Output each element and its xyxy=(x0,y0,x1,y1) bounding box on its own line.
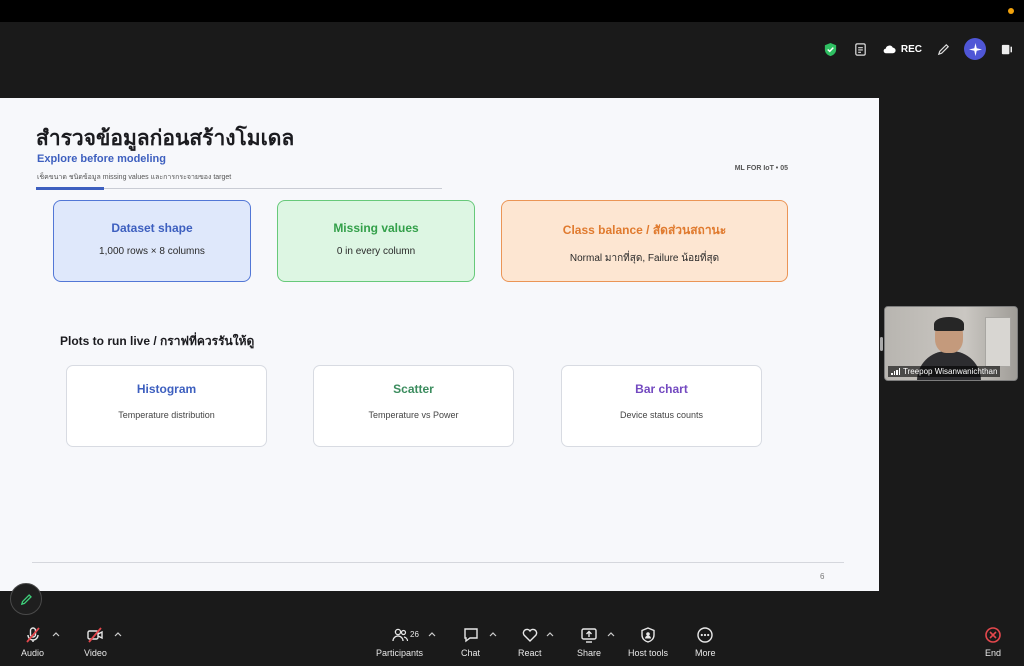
participants-label: Participants xyxy=(376,648,424,658)
more-button[interactable]: More xyxy=(695,626,716,658)
missing-values-card: Missing values 0 in every column xyxy=(277,200,475,282)
share-screen-icon xyxy=(581,628,597,643)
plot-desc: Device status counts xyxy=(619,410,704,420)
share-button[interactable]: Share xyxy=(577,626,601,658)
signal-strength-icon xyxy=(891,368,900,375)
mic-muted-icon xyxy=(25,627,40,643)
audio-button[interactable]: Audio xyxy=(21,626,44,658)
plot-title: Histogram xyxy=(136,382,197,396)
plot-desc: Temperature vs Power xyxy=(368,410,459,420)
end-close-icon xyxy=(985,627,1001,643)
rec-label: REC xyxy=(900,43,922,55)
plot-desc: Temperature distribution xyxy=(118,410,215,420)
annotate-button[interactable] xyxy=(10,583,42,615)
card-desc: 1,000 rows × 8 columns xyxy=(99,246,205,257)
react-chevron-up-icon[interactable] xyxy=(546,630,554,638)
dataset-shape-card: Dataset shape 1,000 rows × 8 columns xyxy=(53,200,251,282)
window-top-strip xyxy=(0,0,1024,22)
audio-chevron-up-icon[interactable] xyxy=(52,630,60,638)
heart-icon xyxy=(522,628,537,642)
host-tools-label: Host tools xyxy=(628,648,669,658)
scatter-card: Scatter Temperature vs Power xyxy=(313,365,514,447)
participants-chevron-up-icon[interactable] xyxy=(428,630,436,638)
end-meeting-button[interactable]: End xyxy=(984,626,1002,658)
plot-title: Scatter xyxy=(393,382,434,396)
chat-label: Chat xyxy=(461,648,481,658)
notes-icon[interactable] xyxy=(852,40,870,58)
participant-hair xyxy=(934,317,964,331)
chat-button[interactable]: Chat xyxy=(461,626,480,658)
recording-indicator[interactable]: REC xyxy=(882,42,922,57)
participants-icon xyxy=(391,628,408,642)
card-title: Class balance / สัดส่วนสถานะ xyxy=(562,223,727,237)
meeting-control-bar: Audio Video Participants 26 Chat React S… xyxy=(0,618,1024,666)
card-desc: 0 in every column xyxy=(336,246,416,257)
slide-divider-accent xyxy=(36,187,104,190)
react-label: React xyxy=(518,648,542,658)
participant-name: Treepop Wisanwanichthan xyxy=(903,367,998,376)
slide-course-tag: ML FOR IoT • 05 xyxy=(734,165,788,172)
bar-chart-card: Bar chart Device status counts xyxy=(561,365,762,447)
card-title: Dataset shape xyxy=(111,221,193,235)
more-label: More xyxy=(695,648,716,658)
card-title: Missing values xyxy=(333,221,419,235)
host-shield-icon xyxy=(641,627,655,643)
class-balance-card: Class balance / สัดส่วนสถานะ Normal มากท… xyxy=(501,200,788,282)
audio-label: Audio xyxy=(21,648,45,658)
histogram-card: Histogram Temperature distribution xyxy=(66,365,267,447)
more-dots-icon xyxy=(697,627,713,643)
sparkle-icon xyxy=(968,42,982,56)
video-button[interactable]: Video xyxy=(84,626,107,658)
participant-name-tag: Treepop Wisanwanichthan xyxy=(888,366,1001,377)
security-shield-icon[interactable] xyxy=(822,40,840,58)
slide-title: สำรวจข้อมูลก่อนสร้างโมเดล xyxy=(36,127,295,150)
video-chevron-up-icon[interactable] xyxy=(114,630,122,638)
plot-title: Bar chart xyxy=(635,382,688,396)
react-button[interactable]: React xyxy=(518,626,542,658)
end-label: End xyxy=(984,648,1001,658)
leave-panel-icon[interactable] xyxy=(998,40,1016,58)
share-chevron-up-icon[interactable] xyxy=(607,630,615,638)
pencil-icon xyxy=(20,593,32,605)
plots-heading: Plots to run live / กราฟที่ควรรันให้ดู xyxy=(60,334,255,348)
camera-off-icon xyxy=(87,627,104,643)
annotate-pen-icon[interactable] xyxy=(934,40,952,58)
slide-subtitle: Explore before modeling xyxy=(37,153,166,165)
video-panel-handle[interactable] xyxy=(880,337,883,351)
host-tools-button[interactable]: Host tools xyxy=(628,626,668,658)
slide-page-number: 6 xyxy=(820,572,825,581)
shared-slide: สำรวจข้อมูลก่อนสร้างโมเดล Explore before… xyxy=(0,98,879,591)
card-desc: Normal มากที่สุด, Failure น้อยที่สุด xyxy=(569,253,720,264)
participants-count: 26 xyxy=(410,630,419,639)
slide-small-text: เช็คขนาด ชนิดข้อมูล missing values และกา… xyxy=(37,174,232,181)
video-label: Video xyxy=(84,648,107,658)
status-dot xyxy=(1008,8,1014,14)
chat-chevron-up-icon[interactable] xyxy=(489,630,497,638)
ai-companion-button[interactable] xyxy=(964,38,986,60)
share-label: Share xyxy=(577,648,602,658)
participant-video-tile[interactable]: Treepop Wisanwanichthan xyxy=(884,306,1018,381)
slide-footer-line xyxy=(32,562,844,563)
chat-icon xyxy=(463,628,478,643)
meeting-toolbar: REC xyxy=(822,38,1016,60)
video-shelf xyxy=(985,317,1011,367)
cloud-record-icon xyxy=(883,45,896,53)
